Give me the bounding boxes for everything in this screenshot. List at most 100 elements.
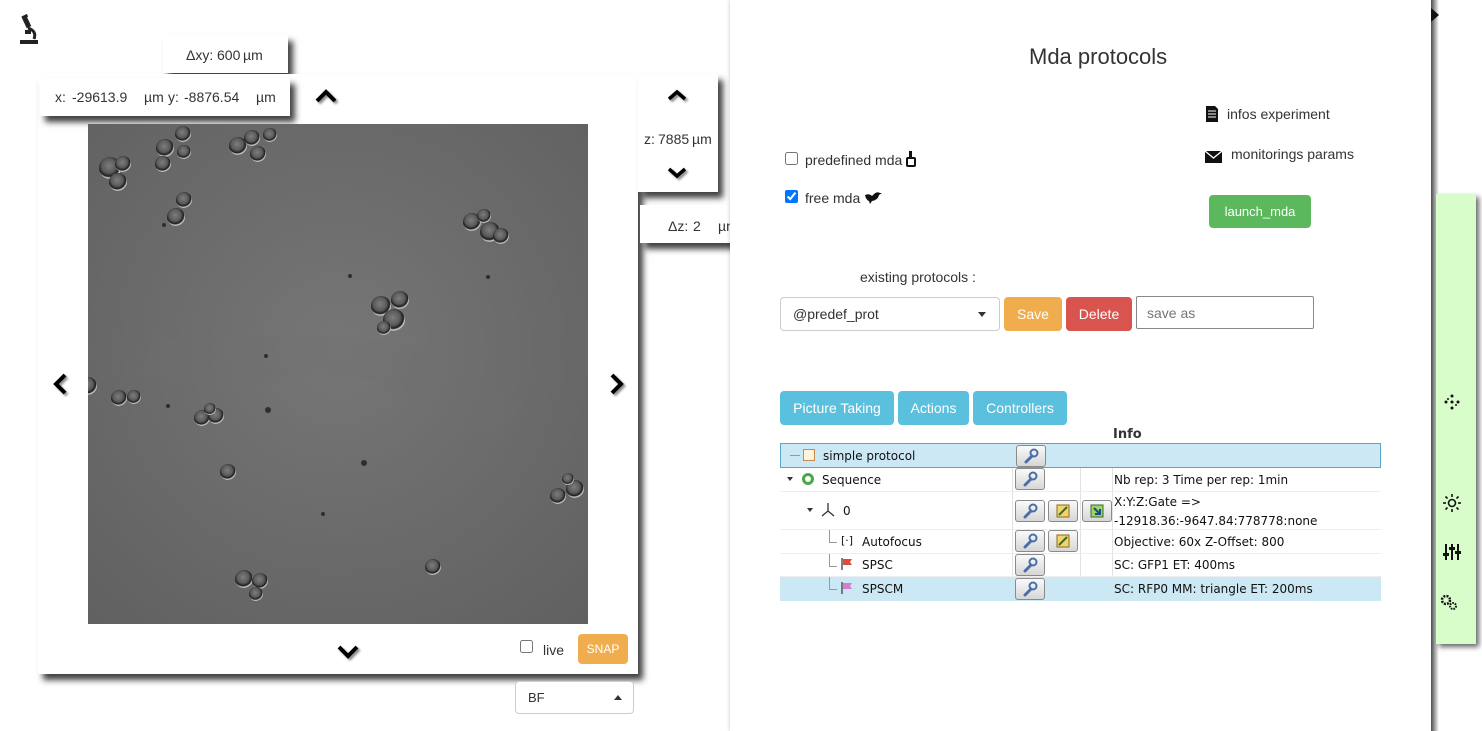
z-down-arrow[interactable] (666, 162, 688, 184)
y-label: y: (168, 89, 179, 105)
z-value[interactable]: 7885 (658, 131, 689, 147)
info-column-header: Info (1113, 427, 1142, 442)
z-label: z: (644, 131, 655, 147)
wrench-button[interactable] (1015, 500, 1045, 522)
protocol-tree: simple protocol Sequence Nb rep: 3 Time … (780, 443, 1381, 601)
step-xy-panel: Δxy: 600 µm (163, 35, 288, 73)
launch-mda-button[interactable]: launch_mda (1209, 195, 1311, 228)
collapse-arrow-icon[interactable] (1431, 8, 1439, 22)
protocol-select[interactable]: @predef_prot (780, 297, 1000, 331)
envelope-icon[interactable] (1204, 150, 1223, 163)
tree-line-icon (829, 542, 837, 543)
move-dots-icon[interactable] (1442, 393, 1462, 411)
tree-row-position-0[interactable]: 0 X:Y:Z:Gate => -12918.36:-9647.84:77877… (780, 492, 1381, 530)
tree-row-autofocus[interactable]: [·] Autofocus Objective: 60x Z-Offset: 8… (780, 530, 1381, 554)
move-down-arrow[interactable] (337, 641, 359, 663)
tree-row-sequence[interactable]: Sequence Nb rep: 3 Time per rep: 1min (780, 468, 1381, 492)
step-xy-unit: µm (243, 47, 263, 63)
wrench-button[interactable] (1016, 445, 1046, 467)
step-z-value[interactable]: 2 (693, 218, 701, 234)
axes-icon (821, 503, 835, 517)
save-button[interactable]: Save (1004, 297, 1062, 331)
z-up-arrow[interactable] (666, 84, 688, 106)
tab-picture-taking[interactable]: Picture Taking (780, 391, 894, 425)
wrench-button[interactable] (1015, 578, 1045, 600)
tree-line-icon (829, 554, 830, 566)
save-as-input[interactable] (1136, 296, 1314, 329)
predefined-mda-label: predefined mda (805, 152, 903, 168)
collapse-icon[interactable] (787, 477, 793, 481)
tree-row-spscm[interactable]: SPSCM SC: RFP0 MM: triangle ET: 200ms (780, 577, 1381, 601)
live-checkbox[interactable] (520, 640, 533, 653)
live-label: live (543, 642, 565, 658)
microscope-icon[interactable] (16, 13, 40, 46)
tree-line-icon (829, 566, 837, 567)
autofocus-icon: [·] (841, 534, 854, 547)
tree-row-info-line2: -12918.36:-9647.84:778778:none (1114, 514, 1318, 528)
wrench-icon (1024, 448, 1039, 464)
monitorings-params-link[interactable]: monitorings params (1231, 146, 1354, 162)
infos-experiment-link[interactable]: infos experiment (1227, 106, 1330, 122)
flag-pink-icon (841, 582, 852, 594)
wrench-button[interactable] (1015, 554, 1045, 576)
tab-actions[interactable]: Actions (898, 391, 969, 425)
tree-line-icon (790, 455, 800, 456)
tree-row-name: Sequence (822, 473, 882, 487)
microscope-image[interactable] (88, 124, 588, 624)
tree-row-info: Nb rep: 3 Time per rep: 1min (1114, 473, 1289, 487)
wrench-button[interactable] (1015, 530, 1045, 552)
goto-button[interactable] (1082, 500, 1112, 522)
tab-controllers[interactable]: Controllers (973, 391, 1067, 425)
y-value[interactable]: -8876.54 (184, 89, 239, 105)
tree-line-icon (829, 530, 830, 542)
delete-button[interactable]: Delete (1066, 297, 1132, 331)
side-toolbar (1436, 194, 1476, 644)
edit-button[interactable] (1048, 530, 1078, 552)
step-xy-value[interactable]: 600 (217, 47, 240, 63)
snap-button[interactable]: SNAP (578, 634, 628, 664)
tree-line-icon (829, 577, 830, 589)
y-unit: µm (256, 89, 276, 105)
x-unit: µm (144, 89, 164, 105)
sequence-icon (802, 473, 814, 485)
tree-row-info: X:Y:Z:Gate => (1114, 495, 1201, 509)
mda-title: Mda protocols (1029, 44, 1168, 69)
tree-row-simple-protocol[interactable]: simple protocol (780, 443, 1381, 468)
edit-button[interactable] (1048, 500, 1078, 522)
move-right-arrow[interactable] (606, 373, 628, 395)
collapse-icon[interactable] (807, 508, 813, 512)
goto-icon (1090, 504, 1104, 518)
tree-row-name: SPSCM (862, 582, 904, 596)
step-xy-label: Δxy: (186, 47, 214, 63)
tree-row-name: SPSC (862, 558, 893, 572)
wrench-icon (1023, 581, 1038, 597)
free-mda-checkbox[interactable] (785, 190, 798, 203)
x-value[interactable]: -29613.9 (72, 89, 127, 105)
channel-select[interactable]: BF (515, 681, 634, 714)
flag-red-icon (841, 558, 852, 570)
wrench-icon (1023, 503, 1038, 519)
tree-row-spsc[interactable]: SPSC SC: GFP1 ET: 400ms (780, 554, 1381, 577)
sun-icon[interactable] (1443, 494, 1461, 512)
wrench-button[interactable] (1015, 468, 1045, 490)
sliders-icon[interactable] (1443, 543, 1461, 561)
free-mda-label: free mda (805, 190, 861, 206)
tree-line-icon (829, 589, 837, 590)
tree-row-name: 0 (843, 504, 851, 518)
calendar-icon (803, 449, 815, 461)
caret-up-icon (614, 695, 622, 700)
gears-icon[interactable] (1440, 593, 1458, 611)
z-unit: µm (692, 131, 712, 147)
channel-value: BF (528, 690, 545, 705)
move-left-arrow[interactable] (49, 373, 71, 395)
edit-icon (1056, 534, 1070, 548)
predefined-mda-checkbox[interactable] (785, 152, 798, 165)
tree-row-info: Objective: 60x Z-Offset: 800 (1114, 535, 1285, 549)
bird-icon (864, 190, 882, 206)
document-icon[interactable] (1206, 106, 1218, 122)
x-label: x: (55, 89, 66, 105)
caret-down-icon (978, 312, 986, 317)
move-up-arrow[interactable] (315, 85, 337, 107)
wrench-icon (1023, 533, 1038, 549)
hand-icon (905, 151, 917, 169)
